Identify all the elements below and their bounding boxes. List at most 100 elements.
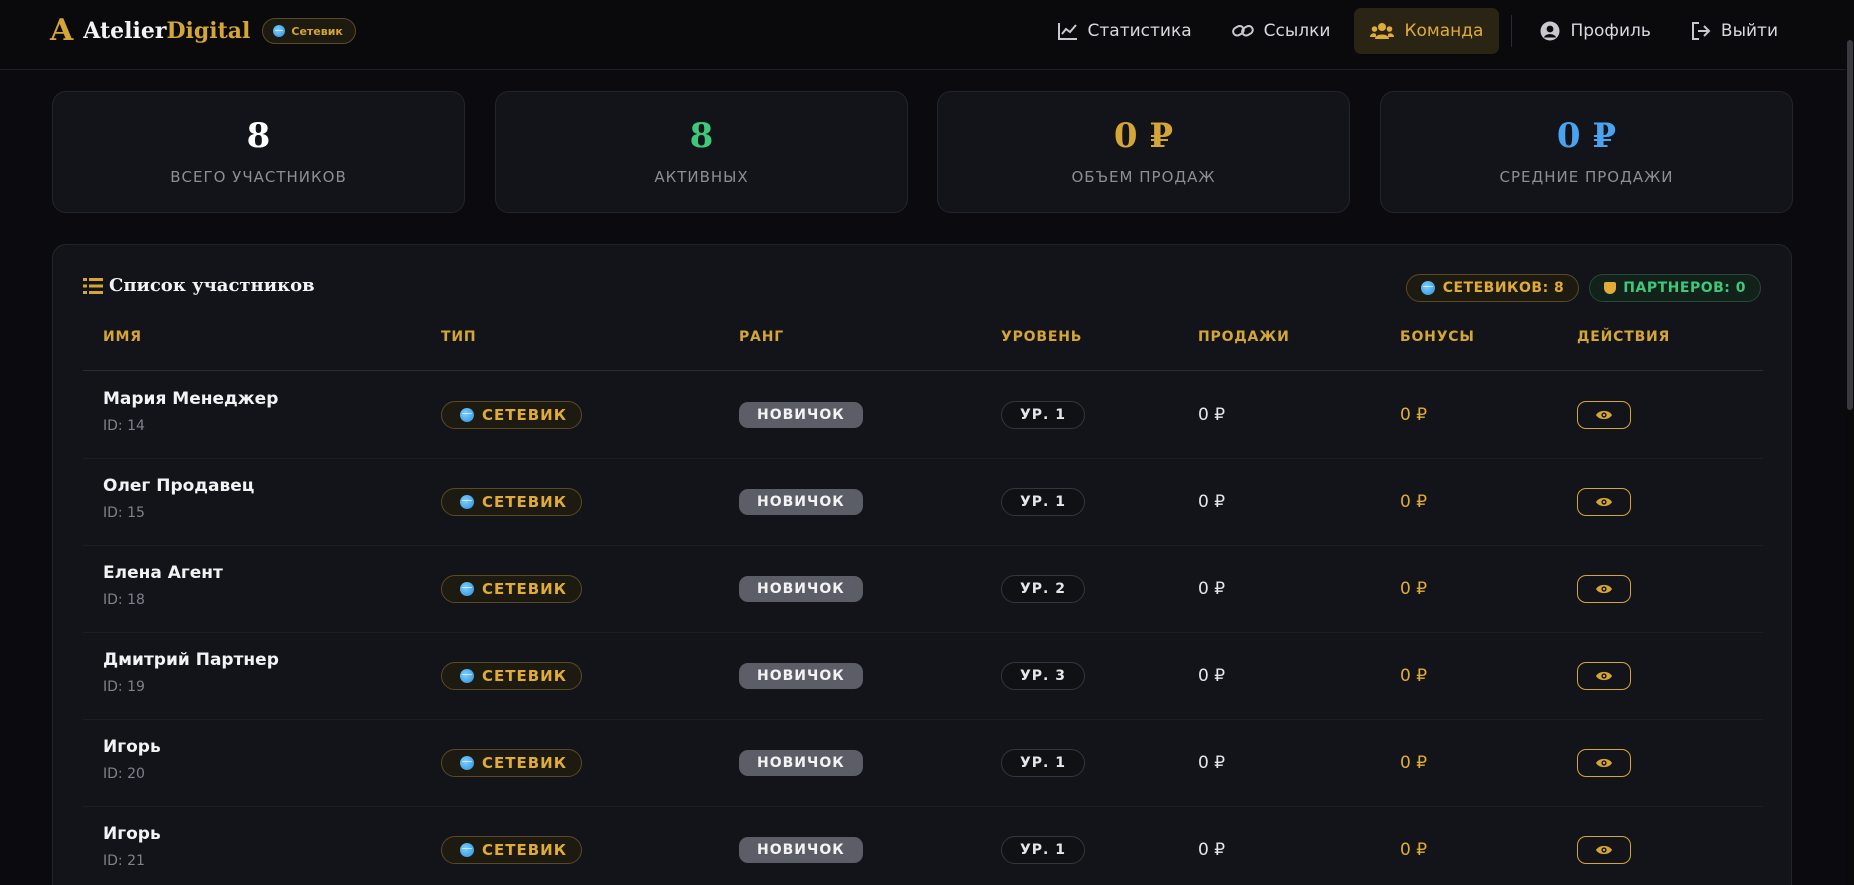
brand-name: AtelierDigital	[83, 20, 250, 42]
sales-value: 0 ₽	[1198, 492, 1226, 512]
globe-icon	[460, 756, 474, 770]
view-member-button[interactable]	[1577, 488, 1631, 516]
page-scrollbar[interactable]	[1846, 0, 1854, 885]
stat-active-value: 8	[689, 116, 714, 156]
eye-icon	[1596, 410, 1612, 420]
members-panel: Список участников СЕТЕВИКОВ: 8 ПАРТНЕРОВ…	[52, 244, 1792, 885]
member-cell: Игорь ID: 20	[103, 737, 161, 782]
nav-statistics[interactable]: Статистика	[1042, 8, 1208, 54]
type-badge-label: СЕТЕВИК	[482, 580, 567, 598]
type-badge-label: СЕТЕВИК	[482, 754, 567, 772]
column-header-level[interactable]: УРОВЕНЬ	[1001, 329, 1082, 345]
stat-card-sales-volume: 0 ₽ ОБЪЕМ ПРОДАЖ	[937, 91, 1350, 213]
role-badge-label: Сетевик	[291, 24, 343, 38]
type-badge: СЕТЕВИК	[441, 662, 582, 690]
rank-badge: НОВИЧОК	[739, 576, 863, 602]
nav-links-item[interactable]: Ссылки	[1216, 8, 1347, 54]
globe-icon	[460, 408, 474, 422]
member-cell: Олег Продавец ID: 15	[103, 476, 254, 521]
panel-header: Список участников	[83, 275, 315, 296]
view-member-button[interactable]	[1577, 749, 1631, 777]
view-member-button[interactable]	[1577, 575, 1631, 603]
brand-name-second: Digital	[166, 18, 251, 44]
stat-card-active: 8 АКТИВНЫХ	[495, 91, 908, 213]
member-name[interactable]: Елена Агент	[103, 563, 223, 583]
member-id: ID: 14	[103, 418, 145, 434]
rank-badge: НОВИЧОК	[739, 750, 863, 776]
nav-logout[interactable]: Выйти	[1675, 8, 1794, 54]
nav-links: Статистика Ссылки Команда Профиль Выйти	[1034, 8, 1795, 54]
stat-total-value: 8	[246, 116, 271, 156]
stat-sales-volume-value: 0 ₽	[1113, 116, 1174, 156]
bonus-value: 0 ₽	[1400, 753, 1428, 773]
member-name[interactable]: Мария Менеджер	[103, 389, 278, 409]
sales-value: 0 ₽	[1198, 579, 1226, 599]
table-row: Елена Агент ID: 18 СЕТЕВИК НОВИЧОК УР. 2 0 ₽ 0…	[83, 546, 1763, 633]
table-row: Дмитрий Партнер ID: 19 СЕТЕВИК НОВИЧОК УР. 3…	[83, 633, 1763, 720]
column-header-sales[interactable]: ПРОДАЖИ	[1198, 329, 1290, 345]
view-member-button[interactable]	[1577, 662, 1631, 690]
globe-icon	[273, 25, 286, 37]
stat-sales-volume-label: ОБЪЕМ ПРОДАЖ	[1071, 168, 1216, 186]
column-header-name[interactable]: ИМЯ	[103, 329, 142, 345]
member-id: ID: 15	[103, 505, 145, 521]
bonus-value: 0 ₽	[1400, 840, 1428, 860]
column-header-rank[interactable]: РАНГ	[739, 329, 784, 345]
type-badge-label: СЕТЕВИК	[482, 841, 567, 859]
chart-line-icon	[1057, 23, 1077, 40]
nav-team[interactable]: Команда	[1354, 8, 1500, 54]
role-badge: Сетевик	[262, 18, 356, 44]
rank-badge: НОВИЧОК	[739, 837, 863, 863]
networkers-count-badge: СЕТЕВИКОВ: 8	[1405, 274, 1580, 302]
table-row: Олег Продавец ID: 15 СЕТЕВИК НОВИЧОК УР. 1 0 …	[83, 459, 1763, 546]
type-badge-label: СЕТЕВИК	[482, 667, 567, 685]
eye-icon	[1596, 845, 1612, 855]
brand[interactable]: A AtelierDigital Сетевик	[50, 14, 356, 48]
sales-value: 0 ₽	[1198, 405, 1226, 425]
table-header: ИМЯ ТИП РАНГ УРОВЕНЬ ПРОДАЖИ БОНУСЫ ДЕЙС…	[83, 329, 1763, 371]
level-badge: УР. 1	[1001, 488, 1085, 516]
member-id: ID: 19	[103, 679, 145, 695]
column-header-actions: ДЕЙСТВИЯ	[1577, 329, 1671, 345]
nav-logout-label: Выйти	[1720, 21, 1778, 41]
column-header-type[interactable]: ТИП	[441, 329, 476, 345]
counters: СЕТЕВИКОВ: 8 ПАРТНЕРОВ: 0	[1396, 274, 1761, 302]
stat-avg-sales-label: СРЕДНИЕ ПРОДАЖИ	[1499, 168, 1674, 186]
type-badge: СЕТЕВИК	[441, 749, 582, 777]
member-name[interactable]: Дмитрий Партнер	[103, 650, 279, 670]
member-cell: Дмитрий Партнер ID: 19	[103, 650, 279, 695]
view-member-button[interactable]	[1577, 401, 1631, 429]
type-badge: СЕТЕВИК	[441, 575, 582, 603]
table-row: Мария Менеджер ID: 14 СЕТЕВИК НОВИЧОК УР. 1 0…	[83, 372, 1763, 459]
partners-count-badge: ПАРТНЕРОВ: 0	[1589, 274, 1761, 302]
globe-icon	[460, 669, 474, 683]
stat-card-avg-sales: 0 ₽ СРЕДНИЕ ПРОДАЖИ	[1380, 91, 1793, 213]
member-name[interactable]: Игорь	[103, 737, 161, 757]
table-row: Игорь ID: 21 СЕТЕВИК НОВИЧОК УР. 1 0 ₽ 0 ₽	[83, 807, 1763, 885]
table-row: Игорь ID: 20 СЕТЕВИК НОВИЧОК УР. 1 0 ₽ 0 ₽	[83, 720, 1763, 807]
stat-total-label: ВСЕГО УЧАСТНИКОВ	[170, 168, 347, 186]
member-id: ID: 18	[103, 592, 145, 608]
member-cell: Елена Агент ID: 18	[103, 563, 223, 608]
view-member-button[interactable]	[1577, 836, 1631, 864]
member-name[interactable]: Игорь	[103, 824, 161, 844]
member-id: ID: 21	[103, 853, 145, 869]
sign-out-icon	[1691, 22, 1711, 40]
rank-badge: НОВИЧОК	[739, 663, 863, 689]
globe-icon	[460, 582, 474, 596]
nav-statistics-label: Статистика	[1087, 21, 1192, 41]
level-badge: УР. 1	[1001, 836, 1085, 864]
member-name[interactable]: Олег Продавец	[103, 476, 254, 496]
scrollbar-thumb[interactable]	[1847, 40, 1853, 410]
networkers-count-label: СЕТЕВИКОВ: 8	[1442, 280, 1565, 296]
brand-logo-mark: A	[50, 13, 74, 48]
column-header-bonuses[interactable]: БОНУСЫ	[1400, 329, 1475, 345]
level-badge: УР. 2	[1001, 575, 1085, 603]
list-icon	[83, 277, 103, 294]
rank-badge: НОВИЧОК	[739, 402, 863, 428]
member-cell: Мария Менеджер ID: 14	[103, 389, 278, 434]
eye-icon	[1596, 497, 1612, 507]
top-navbar: A AtelierDigital Сетевик Статистика Ссыл…	[0, 0, 1854, 70]
bonus-value: 0 ₽	[1400, 666, 1428, 686]
nav-profile[interactable]: Профиль	[1524, 8, 1666, 54]
